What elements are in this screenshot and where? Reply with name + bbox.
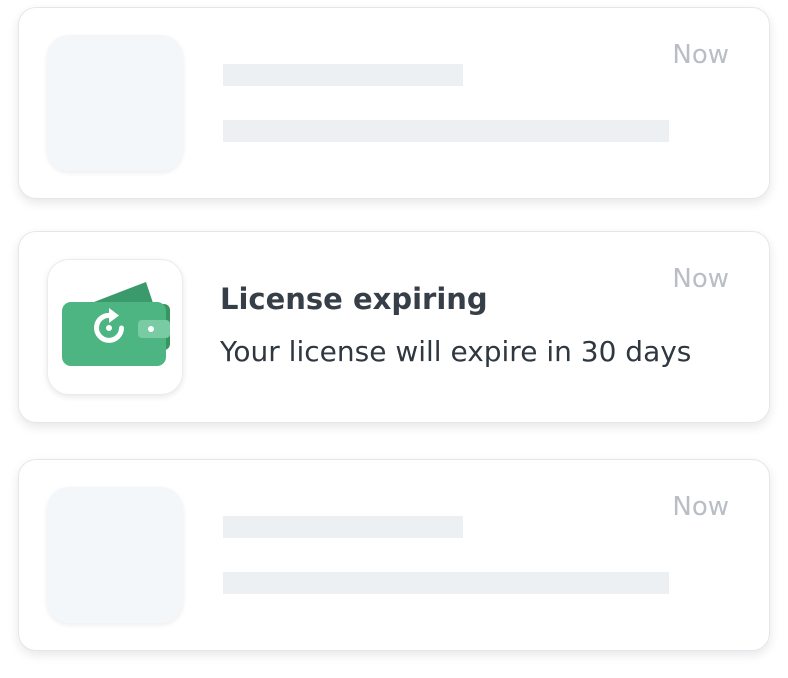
app-icon-box	[47, 259, 183, 395]
message-skeleton	[223, 572, 669, 594]
notification-time: Now	[672, 264, 729, 294]
title-skeleton	[223, 64, 463, 86]
notification-card-placeholder-1[interactable]: Now	[18, 7, 770, 199]
wallet-renew-icon	[62, 282, 170, 366]
notification-message: Your license will expire in 30 days	[220, 335, 692, 368]
notification-card-license[interactable]: License expiring Your license will expir…	[18, 231, 770, 423]
notification-time: Now	[672, 40, 729, 70]
notification-title: License expiring	[220, 282, 488, 316]
notification-card-placeholder-2[interactable]: Now	[18, 459, 770, 651]
icon-placeholder	[47, 35, 183, 171]
title-skeleton	[223, 516, 463, 538]
message-skeleton	[223, 120, 669, 142]
icon-placeholder	[47, 487, 183, 623]
notification-time: Now	[672, 492, 729, 522]
